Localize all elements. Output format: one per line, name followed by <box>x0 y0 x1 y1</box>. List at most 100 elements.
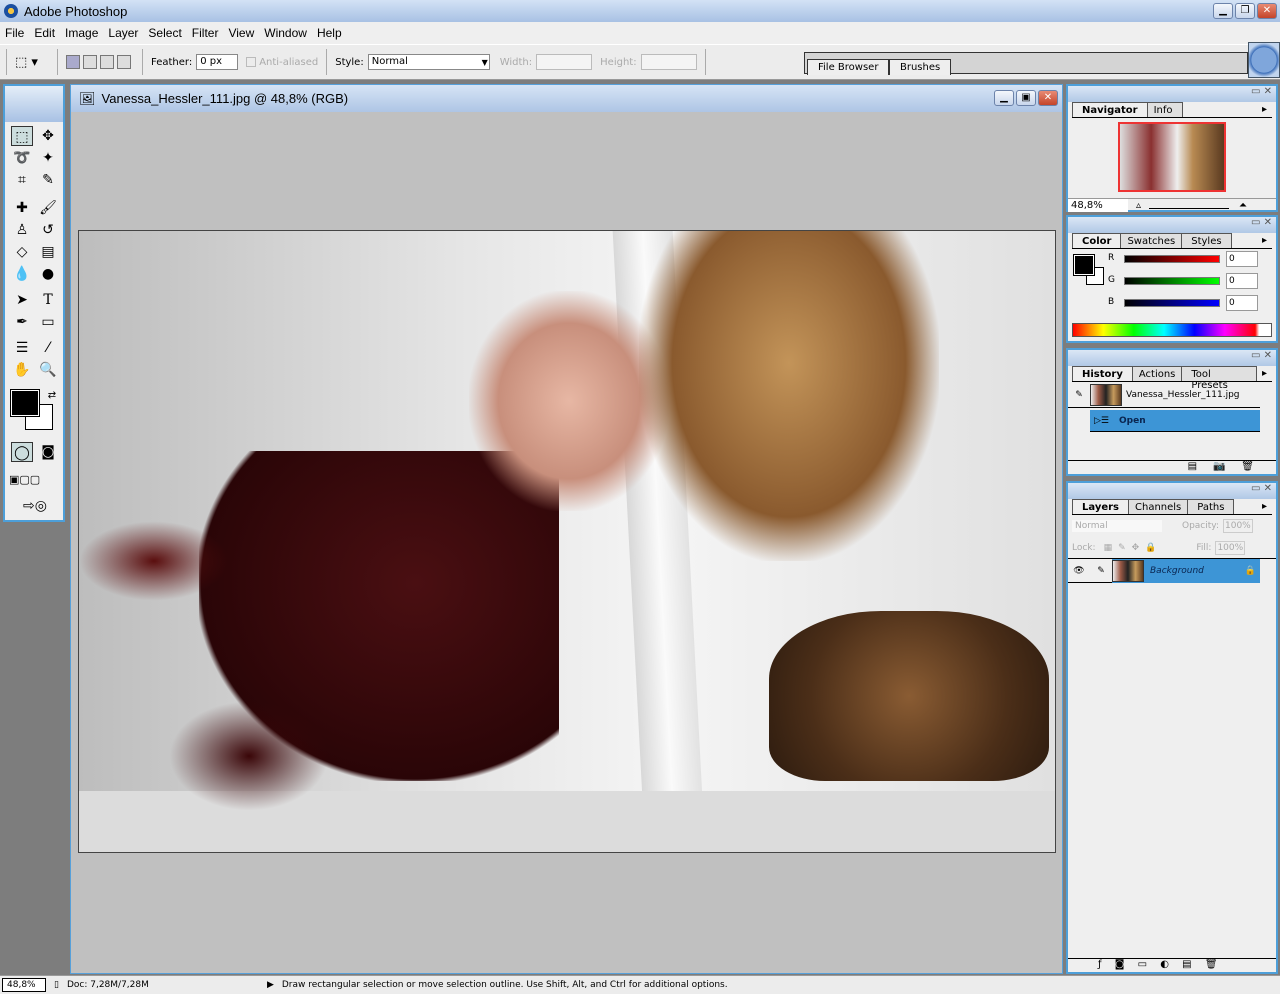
panel-controls[interactable]: ▭ ✕ <box>1068 86 1276 102</box>
zoom-in-icon[interactable]: ⏶ <box>1239 200 1247 211</box>
fill-input[interactable]: 100% <box>1215 540 1246 555</box>
lock-image-icon[interactable]: ✎ <box>1118 543 1126 553</box>
history-state[interactable]: ▷☰ Open <box>1068 409 1260 432</box>
blue-slider[interactable] <box>1124 299 1220 307</box>
antialias-checkbox[interactable] <box>246 57 257 67</box>
zoom-out-icon[interactable]: ▵ <box>1136 200 1141 211</box>
slice-tool-icon[interactable]: ✎ <box>37 170 59 190</box>
feather-input[interactable]: 0 px <box>196 54 239 70</box>
red-slider[interactable] <box>1124 255 1220 263</box>
menu-view[interactable]: View <box>223 26 259 40</box>
tab-navigator[interactable]: Navigator <box>1072 102 1148 117</box>
foreground-color-swatch[interactable] <box>1073 254 1095 276</box>
gradient-tool-icon[interactable]: ▤ <box>37 242 59 262</box>
opacity-input[interactable]: 100% <box>1223 519 1253 533</box>
magic-wand-icon[interactable]: ✦ <box>37 148 59 168</box>
tab-file-browser[interactable]: File Browser <box>807 59 890 75</box>
quick-mask-icon[interactable]: ◙ <box>37 442 59 462</box>
green-slider[interactable] <box>1124 277 1220 285</box>
status-zoom-input[interactable]: 48,8% <box>2 978 46 992</box>
doc-maximize-button[interactable]: ▣ <box>1016 90 1036 106</box>
tab-color[interactable]: Color <box>1072 233 1122 248</box>
layer-style-icon[interactable]: ƒ <box>1098 959 1102 970</box>
tab-info[interactable]: Info <box>1143 102 1183 117</box>
blue-input[interactable]: 0 <box>1226 295 1258 311</box>
color-ramp[interactable] <box>1072 323 1272 337</box>
dodge-tool-icon[interactable]: ● <box>37 264 59 284</box>
move-tool-icon[interactable]: ✥ <box>37 126 59 146</box>
go-to-imageready-icon[interactable] <box>1248 42 1280 78</box>
tab-brushes[interactable]: Brushes <box>889 59 952 75</box>
menu-image[interactable]: Image <box>60 26 103 40</box>
crop-tool-icon[interactable]: ⌗ <box>11 170 33 190</box>
path-selection-icon[interactable]: ➤ <box>11 290 33 310</box>
type-tool-icon[interactable]: T <box>37 290 59 310</box>
navigator-thumbnail[interactable] <box>1118 122 1226 192</box>
restore-button[interactable]: ❐ <box>1235 3 1255 19</box>
lasso-tool-icon[interactable]: ➰ <box>11 148 33 168</box>
red-input[interactable]: 0 <box>1226 251 1258 267</box>
panel-controls[interactable]: ▭ ✕ <box>1068 217 1276 233</box>
eraser-tool-icon[interactable]: ◇ <box>11 242 33 262</box>
tab-swatches[interactable]: Swatches <box>1117 233 1186 248</box>
menu-select[interactable]: Select <box>143 26 186 40</box>
pen-tool-icon[interactable]: ✒ <box>11 312 33 332</box>
adjustment-layer-icon[interactable]: ◐ <box>1160 959 1169 970</box>
green-input[interactable]: 0 <box>1226 273 1258 289</box>
navigator-zoom-slider[interactable] <box>1149 203 1230 209</box>
lock-transparency-icon[interactable]: ▦ <box>1104 543 1113 553</box>
tab-history[interactable]: History <box>1072 366 1133 381</box>
tab-actions[interactable]: Actions <box>1128 366 1186 381</box>
new-group-icon[interactable]: ▭ <box>1138 959 1147 970</box>
panel-controls[interactable]: ▭ ✕ <box>1068 483 1276 499</box>
panel-menu-icon[interactable]: ▸ <box>1253 366 1276 381</box>
tab-styles[interactable]: Styles <box>1181 233 1232 248</box>
new-snapshot-icon[interactable]: 📷 <box>1213 461 1225 472</box>
standard-mode-icon[interactable]: ◯ <box>11 442 33 462</box>
canvas-image[interactable] <box>78 230 1056 853</box>
notes-tool-icon[interactable]: ☰ <box>11 338 33 358</box>
minimize-button[interactable]: ▁ <box>1213 3 1233 19</box>
shape-tool-icon[interactable]: ▭ <box>37 312 59 332</box>
panel-menu-icon[interactable]: ▸ <box>1253 499 1276 514</box>
status-menu-icon[interactable]: ▶ <box>267 980 274 990</box>
healing-brush-icon[interactable]: ✚ <box>11 198 33 218</box>
panel-menu-icon[interactable]: ▸ <box>1253 102 1276 117</box>
layer-mask-icon[interactable]: ◙ <box>1115 959 1125 970</box>
intersect-selection-icon[interactable] <box>117 55 131 69</box>
menu-edit[interactable]: Edit <box>29 26 60 40</box>
layer-row[interactable]: 👁 ✎ Background 🔒 <box>1068 558 1260 583</box>
hand-tool-icon[interactable]: ✋ <box>11 360 33 380</box>
trash-icon[interactable]: 🗑 <box>1205 959 1218 970</box>
foreground-color-swatch[interactable] <box>10 389 40 417</box>
zoom-tool-icon[interactable]: 🔍 <box>37 360 59 380</box>
tab-paths[interactable]: Paths <box>1187 499 1235 514</box>
trash-icon[interactable]: 🗑 <box>1241 461 1254 472</box>
panel-controls[interactable]: ▭ ✕ <box>1068 350 1276 366</box>
new-selection-icon[interactable] <box>66 55 80 69</box>
navigator-zoom-input[interactable]: 48,8% <box>1068 199 1128 212</box>
width-input[interactable] <box>536 54 593 70</box>
eye-icon[interactable]: 👁 <box>1068 566 1090 576</box>
menu-filter[interactable]: Filter <box>187 26 224 40</box>
eyedropper-icon[interactable]: ⁄ <box>37 338 59 358</box>
brush-tool-icon[interactable]: 🖌 <box>37 198 59 218</box>
blur-tool-icon[interactable]: 💧 <box>11 264 33 284</box>
brush-link-icon[interactable]: ✎ <box>1090 566 1112 576</box>
jump-to-imageready-icon[interactable]: ⇨◎ <box>11 496 59 516</box>
tab-tool-presets[interactable]: Tool Presets <box>1181 366 1257 391</box>
new-layer-icon[interactable]: ▤ <box>1182 959 1191 970</box>
blend-mode-select[interactable]: Normal <box>1072 520 1162 532</box>
add-selection-icon[interactable] <box>83 55 97 69</box>
clone-stamp-icon[interactable]: ♙ <box>11 220 33 240</box>
marquee-preset-picker[interactable]: ⬚ ▾ <box>15 55 49 70</box>
lock-position-icon[interactable]: ✥ <box>1132 543 1140 553</box>
lock-all-icon[interactable]: 🔒 <box>1145 543 1156 553</box>
height-input[interactable] <box>640 54 697 70</box>
new-document-icon[interactable]: ▤ <box>1188 461 1197 472</box>
subtract-selection-icon[interactable] <box>100 55 114 69</box>
menu-file[interactable]: File <box>0 26 29 40</box>
menu-layer[interactable]: Layer <box>103 26 143 40</box>
doc-minimize-button[interactable]: ▁ <box>994 90 1014 106</box>
close-button[interactable]: ✕ <box>1257 3 1277 19</box>
